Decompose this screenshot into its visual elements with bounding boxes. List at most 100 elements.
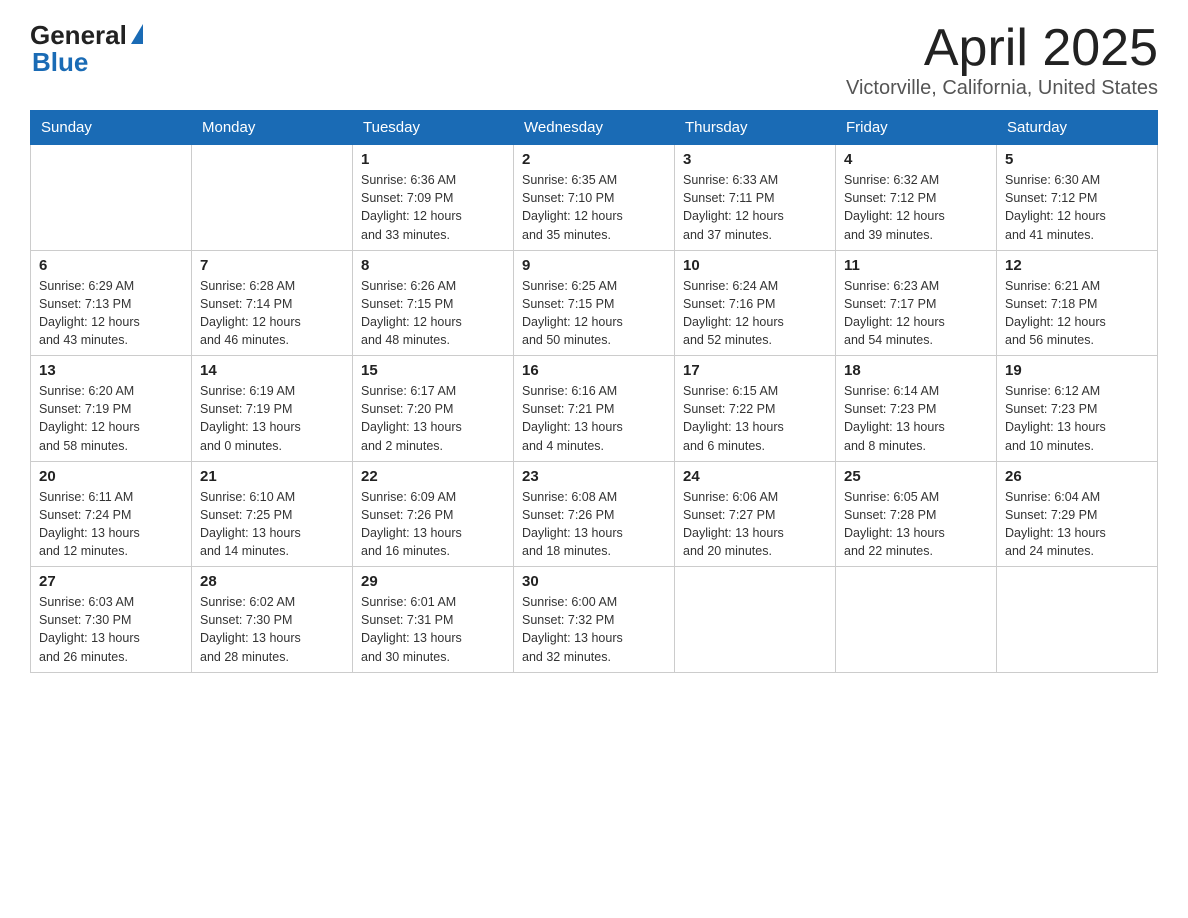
cell-info-text: Sunrise: 6:17 AMSunset: 7:20 PMDaylight:… xyxy=(361,382,505,455)
cell-day-number: 13 xyxy=(39,362,183,379)
table-row: 5 Sunrise: 6:30 AMSunset: 7:12 PMDaylight… xyxy=(997,145,1158,251)
cell-day-number: 9 xyxy=(522,257,666,274)
calendar-header-row: Sunday Monday Tuesday Wednesday Thursday… xyxy=(31,111,1158,145)
logo: General Blue xyxy=(30,20,143,78)
cell-info-text: Sunrise: 6:15 AMSunset: 7:22 PMDaylight:… xyxy=(683,382,827,455)
cell-info-text: Sunrise: 6:21 AMSunset: 7:18 PMDaylight:… xyxy=(1005,277,1149,350)
cell-day-number: 23 xyxy=(522,468,666,485)
table-row: 3 Sunrise: 6:33 AMSunset: 7:11 PMDaylight… xyxy=(675,145,836,251)
calendar-table: Sunday Monday Tuesday Wednesday Thursday… xyxy=(30,110,1158,673)
table-row: 18 Sunrise: 6:14 AMSunset: 7:23 PMDayligh… xyxy=(836,356,997,462)
table-row xyxy=(675,567,836,673)
cell-day-number: 30 xyxy=(522,573,666,590)
cell-day-number: 1 xyxy=(361,151,505,168)
col-monday: Monday xyxy=(192,111,353,145)
cell-info-text: Sunrise: 6:10 AMSunset: 7:25 PMDaylight:… xyxy=(200,488,344,561)
cell-info-text: Sunrise: 6:01 AMSunset: 7:31 PMDaylight:… xyxy=(361,593,505,666)
table-row: 20 Sunrise: 6:11 AMSunset: 7:24 PMDayligh… xyxy=(31,461,192,567)
col-friday: Friday xyxy=(836,111,997,145)
col-sunday: Sunday xyxy=(31,111,192,145)
cell-day-number: 28 xyxy=(200,573,344,590)
page-header: General Blue April 2025 Victorville, Cal… xyxy=(30,20,1158,100)
cell-info-text: Sunrise: 6:26 AMSunset: 7:15 PMDaylight:… xyxy=(361,277,505,350)
cell-info-text: Sunrise: 6:03 AMSunset: 7:30 PMDaylight:… xyxy=(39,593,183,666)
page-title: April 2025 xyxy=(846,20,1158,77)
table-row: 7 Sunrise: 6:28 AMSunset: 7:14 PMDaylight… xyxy=(192,250,353,356)
cell-day-number: 20 xyxy=(39,468,183,485)
table-row xyxy=(31,145,192,251)
table-row: 23Sunrise: 6:08 AMSunset: 7:26 PMDayligh… xyxy=(514,461,675,567)
cell-day-number: 18 xyxy=(844,362,988,379)
col-saturday: Saturday xyxy=(997,111,1158,145)
table-row: 4 Sunrise: 6:32 AMSunset: 7:12 PMDaylight… xyxy=(836,145,997,251)
cell-info-text: Sunrise: 6:19 AMSunset: 7:19 PMDaylight:… xyxy=(200,382,344,455)
col-thursday: Thursday xyxy=(675,111,836,145)
cell-day-number: 16 xyxy=(522,362,666,379)
table-row: 28 Sunrise: 6:02 AMSunset: 7:30 PMDayligh… xyxy=(192,567,353,673)
cell-info-text: Sunrise: 6:09 AMSunset: 7:26 PMDaylight:… xyxy=(361,488,505,561)
table-row: 12 Sunrise: 6:21 AMSunset: 7:18 PMDayligh… xyxy=(997,250,1158,356)
table-row: 6Sunrise: 6:29 AMSunset: 7:13 PMDaylight… xyxy=(31,250,192,356)
cell-info-text: Sunrise: 6:35 AMSunset: 7:10 PMDaylight:… xyxy=(522,171,666,244)
cell-day-number: 14 xyxy=(200,362,344,379)
col-wednesday: Wednesday xyxy=(514,111,675,145)
cell-info-text: Sunrise: 6:28 AMSunset: 7:14 PMDaylight:… xyxy=(200,277,344,350)
cell-day-number: 21 xyxy=(200,468,344,485)
cell-info-text: Sunrise: 6:33 AMSunset: 7:11 PMDaylight:… xyxy=(683,171,827,244)
cell-day-number: 12 xyxy=(1005,257,1149,274)
table-row: 13 Sunrise: 6:20 AMSunset: 7:19 PMDayligh… xyxy=(31,356,192,462)
cell-day-number: 11 xyxy=(844,257,988,274)
table-row: 15 Sunrise: 6:17 AMSunset: 7:20 PMDayligh… xyxy=(353,356,514,462)
cell-info-text: Sunrise: 6:25 AMSunset: 7:15 PMDaylight:… xyxy=(522,277,666,350)
table-row: 9 Sunrise: 6:25 AMSunset: 7:15 PMDaylight… xyxy=(514,250,675,356)
table-row: 17 Sunrise: 6:15 AMSunset: 7:22 PMDayligh… xyxy=(675,356,836,462)
table-row: 21 Sunrise: 6:10 AMSunset: 7:25 PMDayligh… xyxy=(192,461,353,567)
cell-info-text: Sunrise: 6:00 AMSunset: 7:32 PMDaylight:… xyxy=(522,593,666,666)
table-row: 22 Sunrise: 6:09 AMSunset: 7:26 PMDayligh… xyxy=(353,461,514,567)
table-row xyxy=(192,145,353,251)
cell-info-text: Sunrise: 6:06 AMSunset: 7:27 PMDaylight:… xyxy=(683,488,827,561)
calendar-week-row: 20 Sunrise: 6:11 AMSunset: 7:24 PMDayligh… xyxy=(31,461,1158,567)
table-row: 1 Sunrise: 6:36 AMSunset: 7:09 PMDaylight… xyxy=(353,145,514,251)
table-row: 26Sunrise: 6:04 AMSunset: 7:29 PMDayligh… xyxy=(997,461,1158,567)
table-row: 30 Sunrise: 6:00 AMSunset: 7:32 PMDayligh… xyxy=(514,567,675,673)
logo-blue-text: Blue xyxy=(32,47,88,78)
cell-info-text: Sunrise: 6:24 AMSunset: 7:16 PMDaylight:… xyxy=(683,277,827,350)
table-row: 10 Sunrise: 6:24 AMSunset: 7:16 PMDayligh… xyxy=(675,250,836,356)
cell-day-number: 3 xyxy=(683,151,827,168)
cell-day-number: 4 xyxy=(844,151,988,168)
cell-day-number: 2 xyxy=(522,151,666,168)
cell-day-number: 24 xyxy=(683,468,827,485)
cell-day-number: 5 xyxy=(1005,151,1149,168)
calendar-week-row: 27Sunrise: 6:03 AMSunset: 7:30 PMDayligh… xyxy=(31,567,1158,673)
page-subtitle: Victorville, California, United States xyxy=(846,77,1158,100)
title-block: April 2025 Victorville, California, Unit… xyxy=(846,20,1158,100)
cell-day-number: 15 xyxy=(361,362,505,379)
calendar-week-row: 1 Sunrise: 6:36 AMSunset: 7:09 PMDaylight… xyxy=(31,145,1158,251)
cell-info-text: Sunrise: 6:36 AMSunset: 7:09 PMDaylight:… xyxy=(361,171,505,244)
table-row: 25Sunrise: 6:05 AMSunset: 7:28 PMDayligh… xyxy=(836,461,997,567)
cell-day-number: 6 xyxy=(39,257,183,274)
table-row: 16 Sunrise: 6:16 AMSunset: 7:21 PMDayligh… xyxy=(514,356,675,462)
cell-info-text: Sunrise: 6:11 AMSunset: 7:24 PMDaylight:… xyxy=(39,488,183,561)
table-row: 8 Sunrise: 6:26 AMSunset: 7:15 PMDaylight… xyxy=(353,250,514,356)
cell-info-text: Sunrise: 6:02 AMSunset: 7:30 PMDaylight:… xyxy=(200,593,344,666)
cell-day-number: 22 xyxy=(361,468,505,485)
cell-info-text: Sunrise: 6:14 AMSunset: 7:23 PMDaylight:… xyxy=(844,382,988,455)
calendar-week-row: 6Sunrise: 6:29 AMSunset: 7:13 PMDaylight… xyxy=(31,250,1158,356)
cell-day-number: 29 xyxy=(361,573,505,590)
cell-info-text: Sunrise: 6:04 AMSunset: 7:29 PMDaylight:… xyxy=(1005,488,1149,561)
cell-day-number: 7 xyxy=(200,257,344,274)
cell-info-text: Sunrise: 6:20 AMSunset: 7:19 PMDaylight:… xyxy=(39,382,183,455)
cell-day-number: 17 xyxy=(683,362,827,379)
cell-day-number: 10 xyxy=(683,257,827,274)
col-tuesday: Tuesday xyxy=(353,111,514,145)
cell-info-text: Sunrise: 6:32 AMSunset: 7:12 PMDaylight:… xyxy=(844,171,988,244)
cell-info-text: Sunrise: 6:30 AMSunset: 7:12 PMDaylight:… xyxy=(1005,171,1149,244)
table-row: 19Sunrise: 6:12 AMSunset: 7:23 PMDayligh… xyxy=(997,356,1158,462)
table-row: 2 Sunrise: 6:35 AMSunset: 7:10 PMDaylight… xyxy=(514,145,675,251)
calendar-week-row: 13 Sunrise: 6:20 AMSunset: 7:19 PMDayligh… xyxy=(31,356,1158,462)
cell-day-number: 19 xyxy=(1005,362,1149,379)
cell-info-text: Sunrise: 6:16 AMSunset: 7:21 PMDaylight:… xyxy=(522,382,666,455)
cell-day-number: 8 xyxy=(361,257,505,274)
